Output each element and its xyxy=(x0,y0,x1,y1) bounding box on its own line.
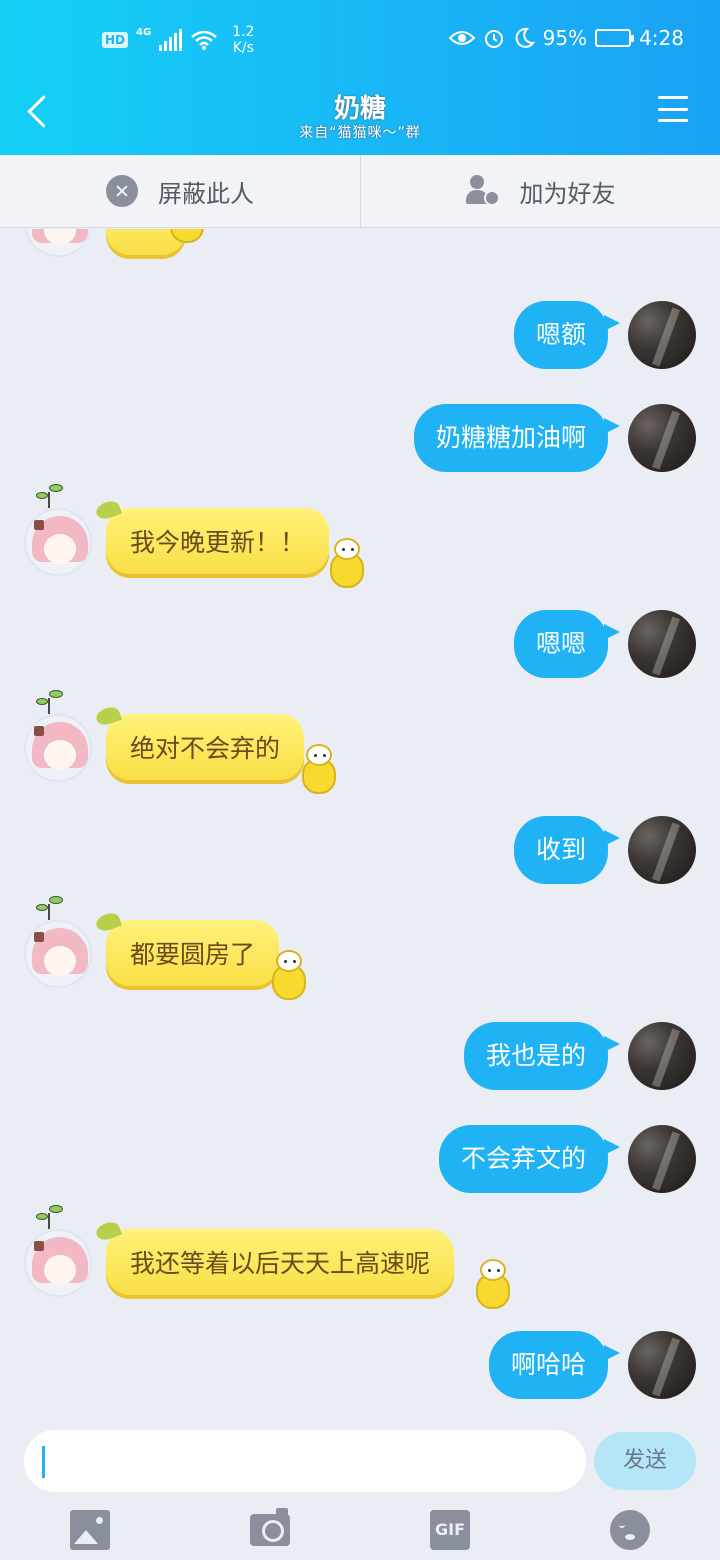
chat-area[interactable]: 嗯额 奶糖糖加油啊 我今晚更新！！ 嗯嗯 绝对不会弃的 收到 都要圆房了 我也是… xyxy=(0,229,720,1420)
eye-icon xyxy=(448,31,475,45)
message-bubble[interactable]: 都要圆房了 xyxy=(106,920,280,990)
bear-sticker-icon xyxy=(328,538,366,590)
speed-unit: K/s xyxy=(232,40,254,56)
add-friend-label: 加为好友 xyxy=(519,179,616,208)
send-button[interactable]: 发送 xyxy=(594,1432,696,1490)
my-avatar[interactable] xyxy=(628,1022,696,1090)
message-bubble[interactable]: 我还等着以后天天上高速呢 xyxy=(106,1229,455,1299)
clock: 4:28 xyxy=(639,26,684,50)
bear-sticker-icon xyxy=(168,229,206,245)
image-icon[interactable] xyxy=(70,1510,110,1550)
my-avatar[interactable] xyxy=(628,1331,696,1399)
menu-icon-line xyxy=(658,107,688,111)
message-bubble[interactable]: 啊哈哈 xyxy=(488,1331,621,1399)
alarm-icon xyxy=(484,30,503,48)
chat-subtitle: 来自“猫猫咪～”群 xyxy=(299,125,421,141)
chat-title: 奶糖 xyxy=(333,94,386,124)
contact-avatar[interactable] xyxy=(24,714,92,782)
composer-toolbar: GIF xyxy=(0,1504,720,1560)
message-bubble[interactable]: 收到 xyxy=(513,816,621,884)
menu-button[interactable] xyxy=(658,96,688,122)
sprout-icon xyxy=(36,896,64,920)
battery-icon xyxy=(595,29,635,47)
camera-icon[interactable] xyxy=(250,1508,290,1546)
my-avatar[interactable] xyxy=(628,404,696,472)
hd-indicator: HD xyxy=(102,32,129,48)
menu-icon-line xyxy=(658,96,688,99)
block-user-label: 屏蔽此人 xyxy=(158,179,254,208)
network-speed: 1.2 K/s xyxy=(232,24,254,56)
message-bubble[interactable]: 绝对不会弃的 xyxy=(106,714,305,784)
text-caret xyxy=(42,1446,45,1478)
composer: 发送 GIF xyxy=(0,1420,720,1560)
menu-icon-line xyxy=(658,119,688,122)
block-icon xyxy=(106,175,138,207)
signal-icon xyxy=(159,29,183,51)
my-avatar[interactable] xyxy=(628,301,696,369)
battery-percent: 95% xyxy=(542,26,588,50)
add-user-icon xyxy=(465,175,500,207)
header-bar: HD 4G 1.2 K/s 95% 4:28 奶糖 来自“猫猫咪～”群 xyxy=(0,0,720,155)
speed-value: 1.2 xyxy=(232,24,255,40)
bear-sticker-icon xyxy=(270,950,308,1002)
my-avatar[interactable] xyxy=(628,610,696,678)
my-avatar[interactable] xyxy=(628,816,696,884)
sprout-icon xyxy=(36,1205,64,1229)
message-input[interactable] xyxy=(24,1430,586,1492)
message-bubble[interactable]: 不会弃文的 xyxy=(438,1125,621,1193)
message-bubble[interactable]: 嗯额 xyxy=(513,301,621,369)
message-bubble[interactable]: 奶糖糖加油啊 xyxy=(413,404,621,472)
block-user-button[interactable]: 屏蔽此人 xyxy=(0,155,360,227)
nav-bar: 奶糖 来自“猫猫咪～”群 xyxy=(0,80,720,155)
sprout-icon xyxy=(36,690,64,714)
message-bubble[interactable]: 我今晚更新！！ xyxy=(106,508,330,578)
message-bubble[interactable]: 嗯嗯 xyxy=(513,610,621,678)
network-type: 4G xyxy=(136,26,152,38)
moon-icon xyxy=(515,27,535,48)
wifi-icon xyxy=(191,30,217,50)
contact-avatar[interactable] xyxy=(24,508,92,576)
emoji-icon[interactable] xyxy=(610,1510,650,1550)
sprout-icon xyxy=(36,484,64,508)
action-bar: 屏蔽此人 加为好友 xyxy=(0,155,720,228)
gif-icon[interactable]: GIF xyxy=(430,1510,470,1550)
contact-avatar[interactable] xyxy=(24,1229,92,1297)
message-bubble[interactable]: 我也是的 xyxy=(463,1022,621,1090)
status-bar: HD 4G 1.2 K/s 95% 4:28 xyxy=(0,0,720,80)
add-friend-button[interactable]: 加为好友 xyxy=(360,155,720,227)
my-avatar[interactable] xyxy=(628,1125,696,1193)
bear-sticker-icon xyxy=(474,1259,512,1311)
contact-avatar[interactable] xyxy=(24,920,92,988)
bear-sticker-icon xyxy=(300,744,338,796)
contact-avatar[interactable] xyxy=(24,229,92,257)
